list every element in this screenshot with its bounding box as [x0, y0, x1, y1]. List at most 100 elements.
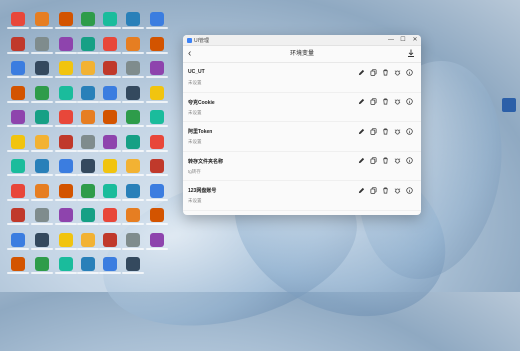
- desktop-shortcut-icon[interactable]: [122, 12, 144, 29]
- desktop-shortcut-icon[interactable]: [77, 232, 99, 250]
- desktop-shortcut-icon[interactable]: [146, 208, 168, 225]
- desktop-shortcut-icon[interactable]: [31, 183, 53, 201]
- desktop-shortcut-icon[interactable]: [99, 208, 121, 225]
- desktop-shortcut-icon[interactable]: [77, 159, 99, 176]
- desktop-shortcut-icon[interactable]: [146, 159, 168, 176]
- pencil-icon[interactable]: [357, 127, 365, 135]
- info-icon[interactable]: [405, 186, 413, 194]
- desktop-shortcut-icon[interactable]: [31, 257, 53, 274]
- desktop-shortcut-icon[interactable]: [77, 36, 99, 54]
- minimize-button[interactable]: —: [385, 35, 397, 45]
- title-bar[interactable]: UI管理 — ☐ ✕: [183, 35, 421, 46]
- desktop-shortcut-icon[interactable]: [55, 61, 77, 78]
- desktop-shortcut-icon[interactable]: [55, 232, 77, 250]
- desktop-shortcut-icon[interactable]: [99, 232, 121, 250]
- desktop-shortcut-icon[interactable]: [122, 232, 144, 250]
- desktop-shortcut-icon[interactable]: [77, 257, 99, 274]
- desktop-shortcut-icon[interactable]: [55, 183, 77, 201]
- desktop-shortcut-icon[interactable]: [146, 61, 168, 78]
- desktop-shortcut-icon[interactable]: [146, 36, 168, 54]
- desktop-shortcut-icon[interactable]: [31, 134, 53, 152]
- desktop-shortcut-icon[interactable]: [99, 36, 121, 54]
- copy-icon[interactable]: [369, 186, 377, 194]
- desktop-shortcut-icon[interactable]: [77, 85, 99, 103]
- desktop-shortcut-icon[interactable]: [77, 61, 99, 78]
- desktop-shortcut-icon[interactable]: [77, 208, 99, 225]
- desktop-shortcut-icon[interactable]: [7, 110, 29, 127]
- desktop-shortcut-icon[interactable]: [55, 208, 77, 225]
- desktop-shortcut-icon[interactable]: [7, 85, 29, 103]
- desktop-shortcut-icon[interactable]: [122, 36, 144, 54]
- desktop-shortcut-icon[interactable]: [55, 36, 77, 54]
- copy-icon[interactable]: [369, 127, 377, 135]
- desktop-shortcut-icon[interactable]: [146, 134, 168, 152]
- edge-app-icon[interactable]: [502, 98, 516, 112]
- desktop-shortcut-icon[interactable]: [77, 12, 99, 29]
- copy-icon[interactable]: [369, 157, 377, 165]
- desktop-shortcut-icon[interactable]: [146, 85, 168, 103]
- info-icon[interactable]: [405, 127, 413, 135]
- desktop-shortcut-icon[interactable]: [31, 110, 53, 127]
- desktop-shortcut-icon[interactable]: [122, 257, 144, 274]
- desktop-shortcut-icon[interactable]: [122, 159, 144, 176]
- desktop-shortcut-icon[interactable]: [122, 85, 144, 103]
- desktop-shortcut-icon[interactable]: [55, 159, 77, 176]
- desktop-shortcut-icon[interactable]: [99, 159, 121, 176]
- bug-icon[interactable]: [393, 157, 401, 165]
- info-icon[interactable]: [405, 98, 413, 106]
- trash-icon[interactable]: [381, 98, 389, 106]
- trash-icon[interactable]: [381, 127, 389, 135]
- desktop-shortcut-icon[interactable]: [31, 159, 53, 176]
- download-icon[interactable]: [407, 49, 415, 58]
- desktop-shortcut-icon[interactable]: [31, 12, 53, 29]
- desktop-shortcut-icon[interactable]: [31, 208, 53, 225]
- desktop-shortcut-icon[interactable]: [7, 232, 29, 250]
- desktop-shortcut-icon[interactable]: [146, 232, 168, 250]
- desktop-shortcut-icon[interactable]: [146, 12, 168, 29]
- desktop-shortcut-icon[interactable]: [99, 183, 121, 201]
- desktop-shortcut-icon[interactable]: [7, 257, 29, 274]
- desktop-shortcut-icon[interactable]: [99, 12, 121, 29]
- desktop-shortcut-icon[interactable]: [122, 134, 144, 152]
- trash-icon[interactable]: [381, 186, 389, 194]
- desktop-shortcut-icon[interactable]: [77, 183, 99, 201]
- desktop-shortcut-icon[interactable]: [122, 208, 144, 225]
- pencil-icon[interactable]: [357, 186, 365, 194]
- bug-icon[interactable]: [393, 98, 401, 106]
- desktop-shortcut-icon[interactable]: [99, 257, 121, 274]
- desktop-shortcut-icon[interactable]: [7, 208, 29, 225]
- desktop-shortcut-icon[interactable]: [31, 85, 53, 103]
- desktop-shortcut-icon[interactable]: [99, 85, 121, 103]
- desktop-shortcut-icon[interactable]: [99, 134, 121, 152]
- desktop-shortcut-icon[interactable]: [99, 110, 121, 127]
- desktop-shortcut-icon[interactable]: [122, 183, 144, 201]
- pencil-icon[interactable]: [357, 98, 365, 106]
- desktop-shortcut-icon[interactable]: [7, 61, 29, 78]
- bug-icon[interactable]: [393, 68, 401, 76]
- desktop-shortcut-icon[interactable]: [146, 183, 168, 201]
- close-button[interactable]: ✕: [409, 35, 421, 45]
- desktop-shortcut-icon[interactable]: [7, 183, 29, 201]
- desktop-shortcut-icon[interactable]: [7, 159, 29, 176]
- pencil-icon[interactable]: [357, 68, 365, 76]
- desktop-shortcut-icon[interactable]: [7, 134, 29, 152]
- maximize-button[interactable]: ☐: [397, 35, 409, 45]
- copy-icon[interactable]: [369, 98, 377, 106]
- desktop-shortcut-icon[interactable]: [55, 110, 77, 127]
- desktop-shortcut-icon[interactable]: [31, 232, 53, 250]
- desktop-shortcut-icon[interactable]: [55, 134, 77, 152]
- copy-icon[interactable]: [369, 68, 377, 76]
- desktop-shortcut-icon[interactable]: [99, 61, 121, 78]
- trash-icon[interactable]: [381, 157, 389, 165]
- desktop-shortcut-icon[interactable]: [7, 36, 29, 54]
- desktop-shortcut-icon[interactable]: [77, 134, 99, 152]
- desktop-shortcut-icon[interactable]: [146, 110, 168, 127]
- info-icon[interactable]: [405, 157, 413, 165]
- pencil-icon[interactable]: [357, 157, 365, 165]
- desktop-shortcut-icon[interactable]: [55, 257, 77, 274]
- desktop-shortcut-icon[interactable]: [55, 85, 77, 103]
- desktop-shortcut-icon[interactable]: [122, 110, 144, 127]
- bug-icon[interactable]: [393, 186, 401, 194]
- bug-icon[interactable]: [393, 127, 401, 135]
- desktop-shortcut-icon[interactable]: [31, 36, 53, 54]
